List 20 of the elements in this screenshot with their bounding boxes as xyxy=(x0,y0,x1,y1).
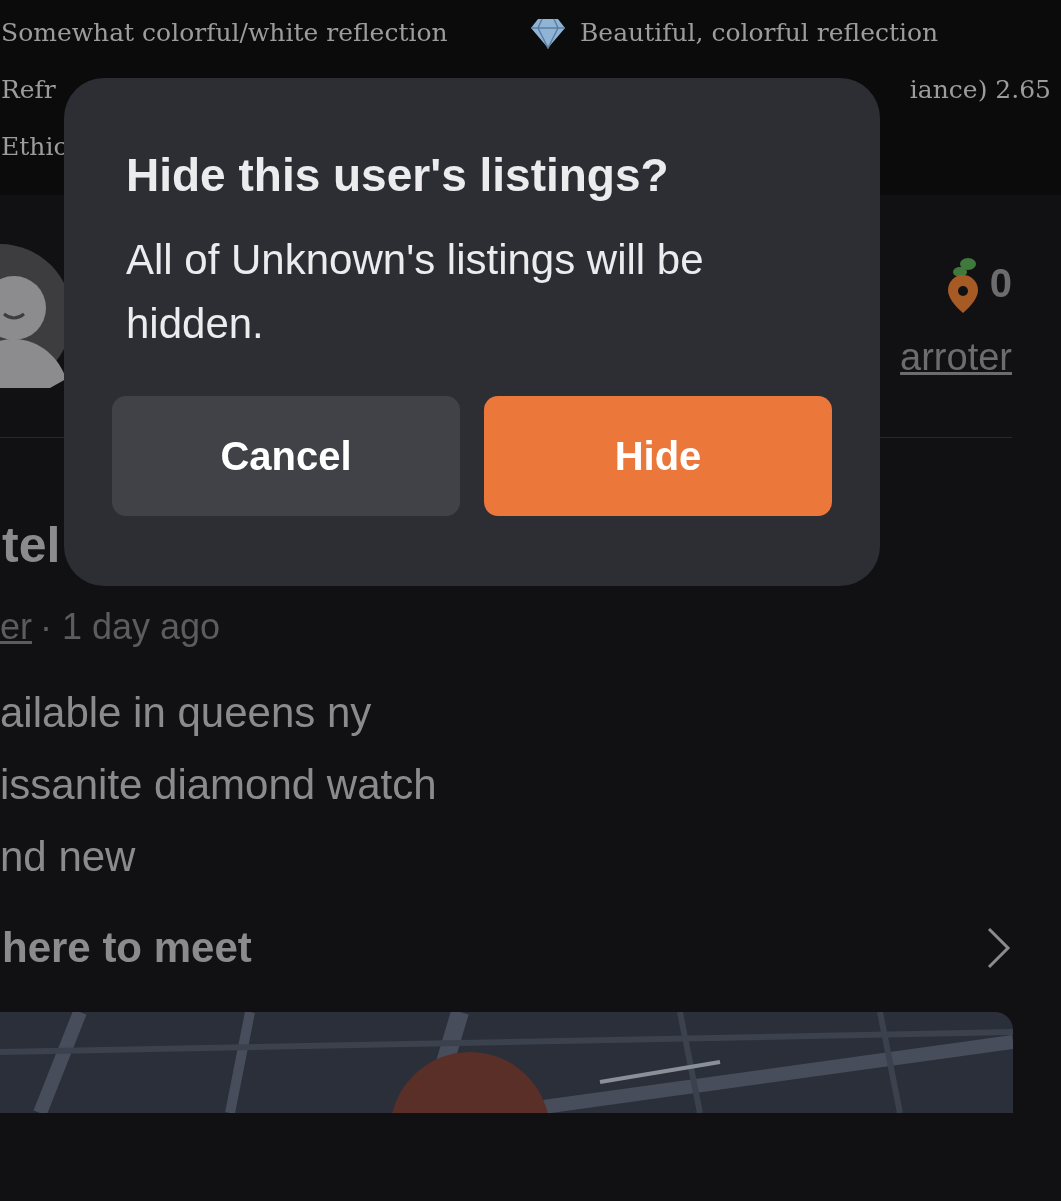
comparison-text: iance) 2.65 xyxy=(909,75,1051,104)
dialog-message: All of Unknown's listings will be hidden. xyxy=(126,235,705,349)
comparison-text: Somewhat colorful/white reflection xyxy=(1,18,449,47)
posted-time: · 1 day ago xyxy=(40,606,221,648)
description-line: nd new xyxy=(0,832,137,882)
seller-link[interactable]: er xyxy=(0,606,32,648)
cancel-button[interactable]: Cancel xyxy=(112,396,460,516)
description-line: ailable in queens ny xyxy=(0,688,373,738)
username-link[interactable]: arroter xyxy=(900,335,1012,379)
diamond-icon xyxy=(530,16,566,49)
dialog-title: Hide this user's listings? xyxy=(126,148,670,202)
comparison-text: Beautiful, colorful reflection xyxy=(580,18,939,47)
chevron-right-icon[interactable] xyxy=(986,926,1012,970)
comparison-text: Ethic xyxy=(1,132,69,161)
listing-title: tel xyxy=(2,516,61,574)
description-line: issanite diamond watch xyxy=(0,760,438,810)
karma-count: 0 xyxy=(989,261,1012,306)
section-heading: here to meet xyxy=(2,924,252,972)
hide-button[interactable]: Hide xyxy=(484,396,832,516)
comparison-text: Refr xyxy=(1,75,57,104)
